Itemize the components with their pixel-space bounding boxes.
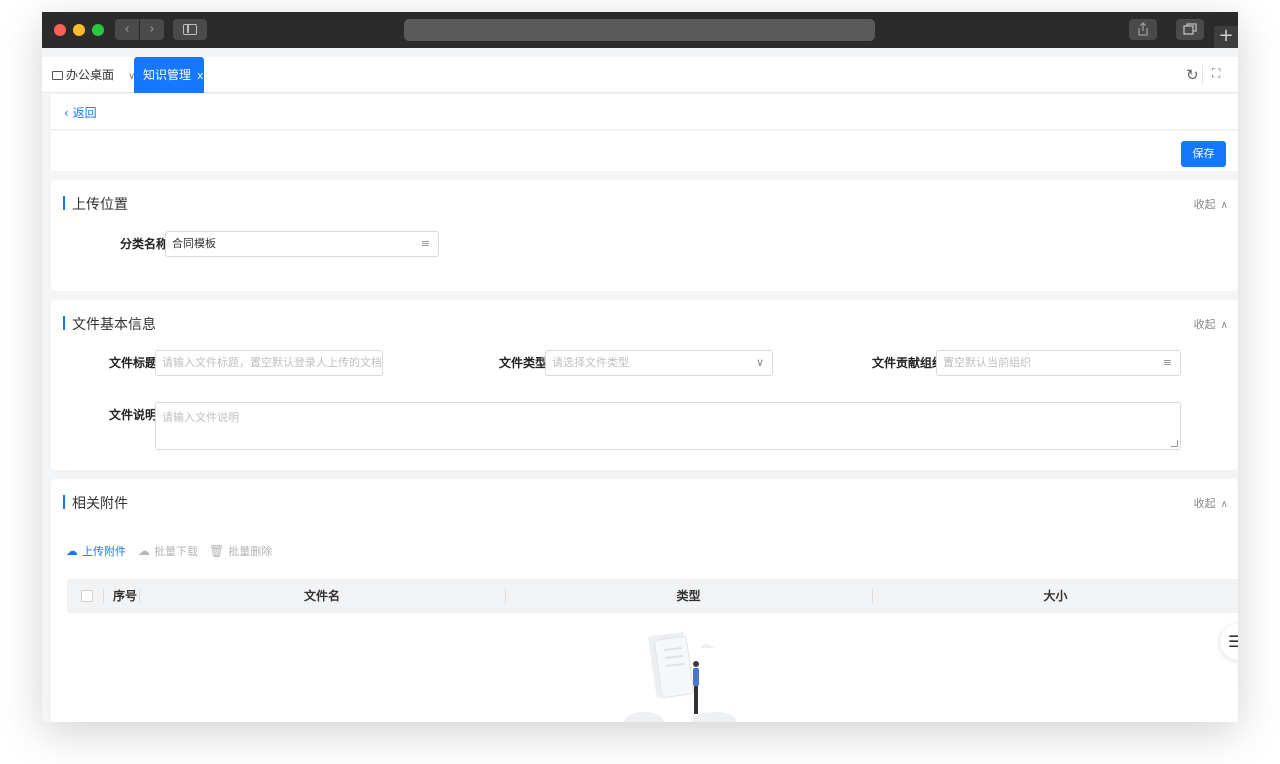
select-all-checkbox[interactable] [81,590,93,602]
sidebar-toggle-button[interactable] [173,19,207,40]
tab-knowledge-management[interactable]: 知识管理 x [134,57,204,93]
action-bar: 保存 [51,131,1238,171]
sliders-icon: ☰ [1228,632,1238,651]
upload-label: 上传附件 [82,545,126,558]
batch-delete-label: 批量删除 [228,545,273,558]
file-type-placeholder: 请选择文件类型 [552,356,629,369]
category-select[interactable]: 合同模板 ≡ [165,231,439,257]
collapse-button[interactable]: 收起 ∧ [1194,316,1228,332]
collapse-label: 收起 [1193,198,1216,211]
batch-download-label: 批量下载 [154,545,198,558]
tab-active-label: 知识管理 [143,68,192,82]
file-title-input[interactable]: 请输入文件标题，置空默认登录人上传的文档 [155,350,383,376]
section-title: 文件基本信息 [63,314,156,334]
trash-icon: 🗑 [209,544,225,558]
file-desc-textarea[interactable]: 请输入文件说明 [155,402,1181,450]
tab-home[interactable]: 办公桌面 ∨ [52,57,135,93]
chevron-up-icon: ∧ [1220,200,1228,211]
empty-state-illustration [624,632,736,722]
category-value: 合同模板 [172,237,216,250]
share-button[interactable] [1129,19,1157,40]
back-label: 返回 [72,106,97,120]
collapse-label: 收起 [1193,318,1216,331]
fullscreen-icon[interactable]: ⛶ [1212,66,1220,81]
collapse-button[interactable]: 收起 ∧ [1194,196,1228,212]
cloud-upload-icon: ☁ [66,544,78,558]
zoom-window-button[interactable] [92,24,104,36]
save-button[interactable]: 保存 [1181,141,1226,167]
filter-icon: ≡ [420,237,430,250]
file-desc-label: 文件说明: [109,408,162,422]
section-title: 上传位置 [63,194,128,214]
collapse-button[interactable]: 收起 ∧ [1194,495,1228,511]
batch-delete-button[interactable]: 🗑 批量删除 [209,543,272,559]
resize-handle-icon[interactable] [1171,440,1178,447]
file-type-select[interactable]: 请选择文件类型 ∨ [545,350,773,376]
app-tab-strip: 办公桌面 ∨ 知识管理 x ↻ ⛶ [42,57,1238,93]
tab-overview-button[interactable] [1176,19,1204,40]
close-window-button[interactable] [54,24,66,36]
column-header-filename[interactable]: 文件名 [139,579,505,613]
cloud-download-icon: ☁ [138,544,150,558]
file-org-select[interactable]: 置空默认当前组织 ≡ [936,350,1181,376]
address-bar[interactable] [404,19,875,41]
upload-attachment-button[interactable]: ☁ 上传附件 [66,543,126,559]
back-link[interactable]: ‹ 返回 [64,104,97,121]
file-title-label: 文件标题: [109,356,162,370]
table-header: 序号 文件名 类型 大小 [67,579,1238,613]
chevron-left-icon: ‹ [64,106,73,120]
new-tab-button[interactable]: + [1214,26,1238,48]
batch-download-button[interactable]: ☁ 批量下载 [138,543,198,559]
chevron-up-icon: ∧ [1220,499,1228,510]
chevron-down-icon: ∨ [755,356,764,369]
file-desc-placeholder: 请输入文件说明 [162,411,239,424]
close-tab-icon[interactable]: x [197,69,204,82]
file-type-label: 文件类型: [499,356,552,370]
collapse-label: 收起 [1193,497,1216,510]
minimize-window-button[interactable] [73,24,85,36]
file-info-card: 文件基本信息 收起 ∧ 文件标题: 请输入文件标题，置空默认登录人上传的文档 文件… [51,300,1238,470]
sidebar-icon [183,24,197,35]
refresh-icon[interactable]: ↻ [1186,66,1199,84]
browser-window: ‹ › + 办公桌面 ∨ 知识管理 x ↻ ⛶ ‹ 返回 保存 上传位置 收起 ∧ 分… [42,12,1238,722]
chevron-up-icon: ∧ [1220,320,1228,331]
divider [1202,65,1203,85]
monitor-icon [52,71,63,80]
share-icon [1138,22,1148,36]
browser-forward-button[interactable]: › [140,19,164,40]
tab-home-label: 办公桌面 [66,68,115,82]
browser-back-button[interactable]: ‹ [115,19,139,40]
back-bar: ‹ 返回 [51,94,1238,130]
file-title-placeholder: 请输入文件标题，置空默认登录人上传的文档 [162,356,382,369]
upload-location-card: 上传位置 收起 ∧ 分类名称: 合同模板 ≡ [51,180,1238,291]
tabs-icon [1183,23,1197,35]
file-org-placeholder: 置空默认当前组织 [943,356,1031,369]
column-header-index[interactable]: 序号 [113,579,137,613]
column-divider [103,589,104,603]
column-header-type[interactable]: 类型 [505,579,872,613]
column-header-size[interactable]: 大小 [872,579,1238,613]
section-title: 相关附件 [63,493,128,513]
title-bar: ‹ › + [42,12,1238,48]
filter-icon: ≡ [1162,356,1172,369]
